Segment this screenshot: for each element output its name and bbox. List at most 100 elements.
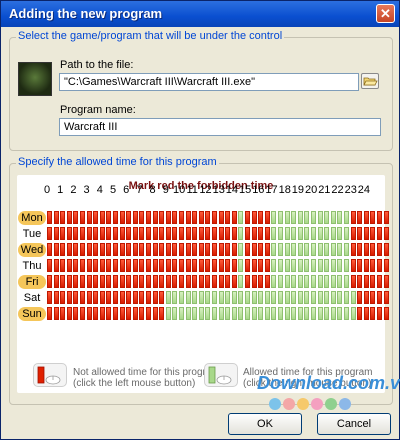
time-slot-cell[interactable]: [172, 243, 178, 256]
time-slot-cell[interactable]: [66, 307, 72, 320]
time-slot-cell[interactable]: [218, 243, 224, 256]
time-slot-cell[interactable]: [264, 259, 270, 272]
time-slot-cell[interactable]: [66, 227, 72, 240]
time-slot-cell[interactable]: [383, 227, 389, 240]
time-slot-cell[interactable]: [297, 291, 303, 304]
time-slot-cell[interactable]: [245, 307, 250, 320]
time-slot-cell[interactable]: [377, 307, 382, 320]
time-slot-cell[interactable]: [218, 259, 224, 272]
time-slot-cell[interactable]: [165, 211, 171, 224]
time-slot-cell[interactable]: [337, 275, 343, 288]
time-slot-cell[interactable]: [86, 211, 92, 224]
time-slot-cell[interactable]: [377, 211, 382, 224]
time-slot-cell[interactable]: [47, 211, 52, 224]
time-slot-cell[interactable]: [271, 211, 277, 224]
time-slot-cell[interactable]: [99, 291, 105, 304]
time-slot-cell[interactable]: [73, 259, 79, 272]
time-slot-cell[interactable]: [231, 291, 237, 304]
time-slot-cell[interactable]: [212, 243, 217, 256]
time-slot-cell[interactable]: [251, 291, 257, 304]
time-slot-cell[interactable]: [106, 211, 112, 224]
time-slot-cell[interactable]: [297, 275, 303, 288]
time-slot-cell[interactable]: [205, 259, 211, 272]
time-slot-cell[interactable]: [66, 291, 72, 304]
time-slot-cell[interactable]: [165, 307, 171, 320]
time-slot-cell[interactable]: [132, 307, 138, 320]
time-slot-cell[interactable]: [324, 291, 330, 304]
time-slot-cell[interactable]: [337, 211, 343, 224]
time-slot-cell[interactable]: [60, 227, 66, 240]
time-slot-cell[interactable]: [297, 211, 303, 224]
time-slot-cell[interactable]: [159, 307, 165, 320]
time-slot-cell[interactable]: [119, 307, 125, 320]
time-slot-cell[interactable]: [73, 275, 79, 288]
time-slot-cell[interactable]: [113, 307, 118, 320]
time-slot-cell[interactable]: [159, 243, 165, 256]
time-slot-cell[interactable]: [370, 259, 376, 272]
time-slot-cell[interactable]: [271, 227, 277, 240]
time-slot-cell[interactable]: [245, 259, 250, 272]
time-slot-cell[interactable]: [363, 291, 369, 304]
time-slot-cell[interactable]: [205, 307, 211, 320]
time-slot-cell[interactable]: [159, 259, 165, 272]
time-slot-cell[interactable]: [47, 227, 52, 240]
time-slot-cell[interactable]: [93, 275, 99, 288]
time-slot-cell[interactable]: [350, 291, 356, 304]
time-slot-cell[interactable]: [258, 291, 264, 304]
time-slot-cell[interactable]: [251, 275, 257, 288]
time-slot-cell[interactable]: [330, 227, 336, 240]
time-slot-cell[interactable]: [337, 243, 343, 256]
time-slot-cell[interactable]: [337, 259, 343, 272]
time-slot-cell[interactable]: [185, 307, 191, 320]
time-slot-cell[interactable]: [363, 259, 369, 272]
time-slot-cell[interactable]: [330, 211, 336, 224]
time-slot-cell[interactable]: [47, 307, 52, 320]
time-slot-cell[interactable]: [264, 227, 270, 240]
time-slot-cell[interactable]: [119, 211, 125, 224]
time-slot-cell[interactable]: [212, 227, 217, 240]
title-bar[interactable]: Adding the new program ✕: [1, 1, 399, 27]
time-slot-cell[interactable]: [192, 291, 198, 304]
time-slot-cell[interactable]: [106, 275, 112, 288]
time-slot-cell[interactable]: [132, 243, 138, 256]
time-slot-cell[interactable]: [73, 291, 79, 304]
time-slot-cell[interactable]: [377, 243, 382, 256]
time-slot-cell[interactable]: [324, 259, 330, 272]
time-slot-cell[interactable]: [304, 259, 310, 272]
time-slot-cell[interactable]: [86, 307, 92, 320]
time-slot-cell[interactable]: [146, 275, 151, 288]
time-slot-cell[interactable]: [47, 243, 52, 256]
time-slot-cell[interactable]: [179, 227, 184, 240]
time-slot-cell[interactable]: [73, 243, 79, 256]
time-slot-cell[interactable]: [251, 307, 257, 320]
time-slot-cell[interactable]: [245, 227, 250, 240]
time-slot-cell[interactable]: [113, 243, 118, 256]
time-slot-cell[interactable]: [258, 243, 264, 256]
day-label[interactable]: Fri: [18, 275, 46, 289]
time-slot-cell[interactable]: [73, 307, 79, 320]
time-slot-cell[interactable]: [344, 243, 349, 256]
time-slot-cell[interactable]: [317, 275, 323, 288]
time-slot-cell[interactable]: [370, 291, 376, 304]
time-slot-cell[interactable]: [53, 243, 59, 256]
time-slot-cell[interactable]: [350, 227, 356, 240]
time-slot-cell[interactable]: [238, 259, 244, 272]
time-slot-cell[interactable]: [304, 227, 310, 240]
time-slot-cell[interactable]: [185, 211, 191, 224]
time-slot-cell[interactable]: [139, 259, 145, 272]
time-slot-cell[interactable]: [383, 259, 389, 272]
time-slot-cell[interactable]: [179, 243, 184, 256]
time-slot-cell[interactable]: [152, 243, 158, 256]
time-slot-cell[interactable]: [357, 291, 363, 304]
time-slot-cell[interactable]: [264, 275, 270, 288]
time-slot-cell[interactable]: [231, 259, 237, 272]
time-slot-cell[interactable]: [106, 259, 112, 272]
time-slot-cell[interactable]: [198, 243, 204, 256]
time-slot-cell[interactable]: [383, 211, 389, 224]
time-slot-cell[interactable]: [47, 275, 52, 288]
time-slot-cell[interactable]: [205, 275, 211, 288]
ok-button[interactable]: OK: [228, 413, 302, 435]
time-slot-cell[interactable]: [192, 243, 198, 256]
time-slot-cell[interactable]: [126, 227, 132, 240]
time-slot-cell[interactable]: [106, 307, 112, 320]
